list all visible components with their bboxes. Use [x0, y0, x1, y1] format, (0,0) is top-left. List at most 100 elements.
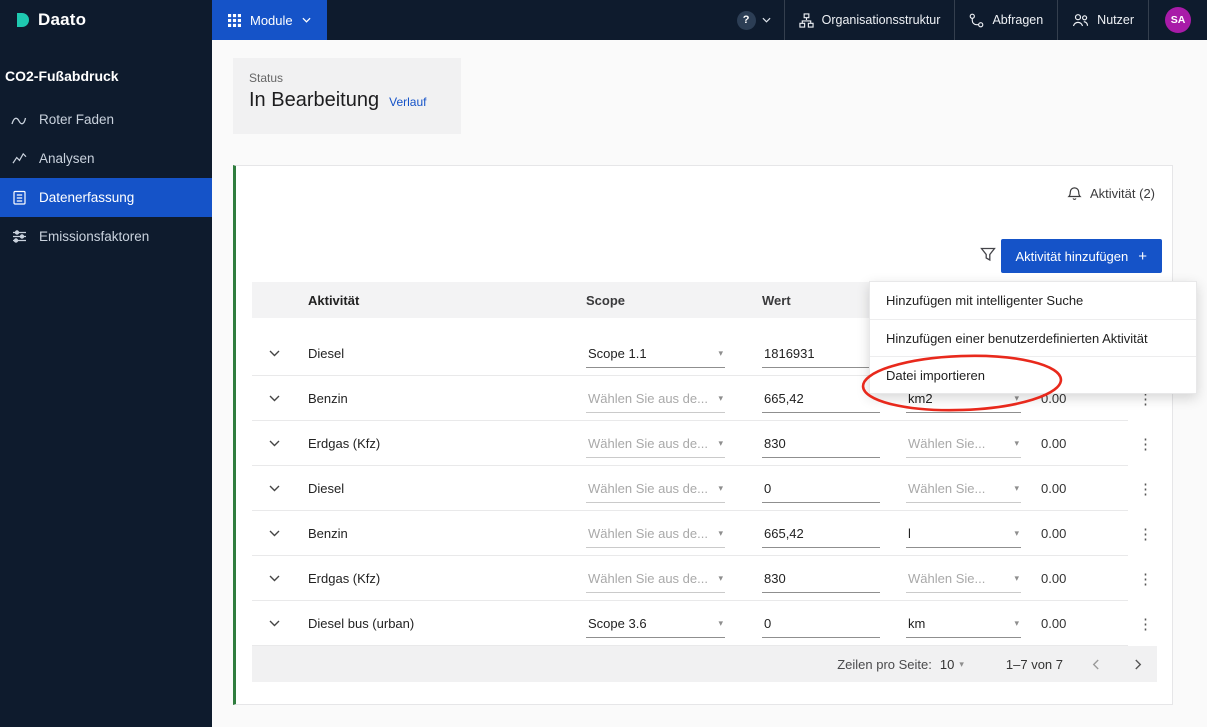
row-expander-icon[interactable] [269, 530, 280, 537]
row-menu-button[interactable]: ⋮ [1128, 556, 1157, 601]
wert-value: 1816931 [764, 346, 815, 361]
wert-input[interactable]: 0 [762, 614, 880, 638]
wert-input[interactable]: 0 [762, 479, 880, 503]
thread-icon [10, 113, 28, 127]
user-avatar[interactable]: SA [1165, 7, 1191, 33]
einheit-select[interactable]: l ▾ [906, 524, 1021, 548]
row-menu-button[interactable]: ⋮ [1128, 511, 1157, 556]
row-menu-button[interactable]: ⋮ [1128, 421, 1157, 466]
caret-down-icon: ▾ [1014, 528, 1019, 538]
scope-select[interactable]: Wählen Sie aus de... ▾ [586, 389, 725, 413]
einheit-select[interactable]: Wählen Sie... ▾ [906, 434, 1021, 458]
caret-down-icon: ▾ [718, 393, 723, 403]
wert-input[interactable]: 830 [762, 434, 880, 458]
status-card: Status In Bearbeitung Verlauf [233, 58, 461, 134]
plus-icon: + [1138, 247, 1147, 265]
scope-select[interactable]: Wählen Sie aus de... ▾ [586, 524, 725, 548]
scope-select[interactable]: Wählen Sie aus de... ▾ [586, 479, 725, 503]
scope-value: Wählen Sie aus de... [588, 526, 708, 541]
rows-per-page-label: Zeilen pro Seite: [837, 656, 932, 672]
chevron-down-icon [302, 17, 311, 23]
next-page-button[interactable] [1134, 658, 1143, 671]
nav-nutzer[interactable]: Nutzer [1057, 0, 1148, 40]
help-icon: ? [736, 10, 756, 30]
add-activity-menu: Hinzufügen mit intelligenter Suche Hinzu… [869, 281, 1197, 394]
nav-abfragen[interactable]: Abfragen [954, 0, 1057, 40]
table-row: Erdgas (Kfz) Wählen Sie aus de... ▾ 830 W… [252, 421, 1157, 466]
table-row: Diesel bus (urban) Scope 3.6 ▾ 0 km ▾ 0.00… [252, 601, 1157, 646]
add-activity-button[interactable]: Aktivität hinzufügen + [1000, 239, 1162, 273]
grid-icon [228, 13, 241, 27]
menu-item-intelligente-suche[interactable]: Hinzufügen mit intelligenter Suche [870, 282, 1196, 319]
help-button[interactable]: ? [724, 0, 784, 40]
logo-text: Daato [38, 10, 87, 29]
row-expander-icon[interactable] [269, 440, 280, 447]
add-activity-label: Aktivität hinzufügen [1015, 248, 1129, 264]
sidebar-title: CO2-Fußabdruck [5, 68, 119, 84]
sidebar-item-roter-faden[interactable]: Roter Faden [0, 100, 212, 139]
scope-select[interactable]: Scope 3.6 ▾ [586, 614, 725, 638]
einheit-select[interactable]: km ▾ [906, 614, 1021, 638]
row-expander-icon[interactable] [269, 485, 280, 492]
wert-input[interactable]: 665,42 [762, 389, 880, 413]
module-button[interactable]: Module [212, 0, 327, 40]
sidebar-item-emissionsfaktoren[interactable]: Emissionsfaktoren [0, 217, 212, 256]
caret-down-icon: ▾ [1014, 393, 1019, 403]
sidebar: CO2-Fußabdruck Roter Faden Analysen Date… [0, 40, 212, 727]
module-button-label: Module [250, 12, 293, 28]
row-expander-icon[interactable] [269, 350, 280, 357]
chevron-down-icon [762, 17, 771, 23]
sidebar-item-datenerfassung[interactable]: Datenerfassung [0, 178, 212, 217]
activity-badge[interactable]: Aktivität (2) [1067, 186, 1155, 201]
row-menu-button[interactable]: ⋮ [1128, 601, 1157, 646]
filter-button[interactable] [980, 247, 996, 267]
row-expander-icon[interactable] [269, 575, 280, 582]
caret-down-icon: ▾ [1014, 483, 1019, 493]
wert-input[interactable]: 665,42 [762, 524, 880, 548]
row-total: 0.00 [1041, 615, 1067, 631]
einheit-select[interactable]: Wählen Sie... ▾ [906, 569, 1021, 593]
activity-cell: Diesel [308, 480, 345, 496]
header-scope: Scope [586, 292, 626, 308]
queries-icon [970, 13, 984, 27]
rows-per-page-select[interactable]: 10 ▾ [940, 657, 964, 672]
wert-value: 830 [764, 571, 786, 586]
caret-down-icon: ▾ [1014, 573, 1019, 583]
scope-select[interactable]: Scope 1.1 ▾ [586, 344, 725, 368]
sidebar-item-label: Roter Faden [39, 112, 115, 127]
row-total: 0.00 [1041, 435, 1067, 451]
einheit-select[interactable]: Wählen Sie... ▾ [906, 479, 1021, 503]
activity-badge-label: Aktivität (2) [1089, 186, 1155, 201]
activity-cell: Erdgas (Kfz) [308, 435, 381, 451]
row-menu-button[interactable]: ⋮ [1128, 466, 1157, 511]
sidebar-item-label: Datenerfassung [39, 190, 135, 205]
row-expander-icon[interactable] [269, 620, 280, 627]
prev-page-button[interactable] [1091, 658, 1100, 671]
menu-item-benutzerdefinierte-aktivitaet[interactable]: Hinzufügen einer benutzerdefinierten Akt… [870, 319, 1196, 356]
sidebar-item-analysen[interactable]: Analysen [0, 139, 212, 178]
row-total: 0.00 [1041, 525, 1067, 541]
header-aktivitaet: Aktivität [308, 292, 360, 308]
chart-icon [10, 152, 28, 165]
einheit-value: km [908, 616, 926, 631]
scope-value: Wählen Sie aus de... [588, 481, 708, 496]
row-total: 0.00 [1041, 480, 1067, 496]
verlauf-link[interactable]: Verlauf [389, 95, 426, 112]
wert-input[interactable]: 1816931 [762, 344, 880, 368]
scope-select[interactable]: Wählen Sie aus de... ▾ [586, 434, 725, 458]
status-label: Status [249, 71, 284, 85]
activity-cell: Benzin [308, 525, 348, 541]
row-expander-icon[interactable] [269, 395, 280, 402]
scope-select[interactable]: Wählen Sie aus de... ▾ [586, 569, 725, 593]
scope-value: Wählen Sie aus de... [588, 436, 708, 451]
menu-item-datei-importieren[interactable]: Datei importieren [870, 356, 1196, 393]
caret-down-icon: ▾ [959, 658, 964, 669]
caret-down-icon: ▾ [718, 348, 723, 358]
wert-value: 830 [764, 436, 786, 451]
nav-organisationsstruktur[interactable]: Organisationsstruktur [783, 0, 955, 40]
scope-value: Scope 3.6 [588, 616, 647, 631]
filter-icon [980, 247, 996, 262]
scope-value: Wählen Sie aus de... [588, 391, 708, 406]
einheit-value: Wählen Sie... [908, 436, 986, 451]
wert-input[interactable]: 830 [762, 569, 880, 593]
